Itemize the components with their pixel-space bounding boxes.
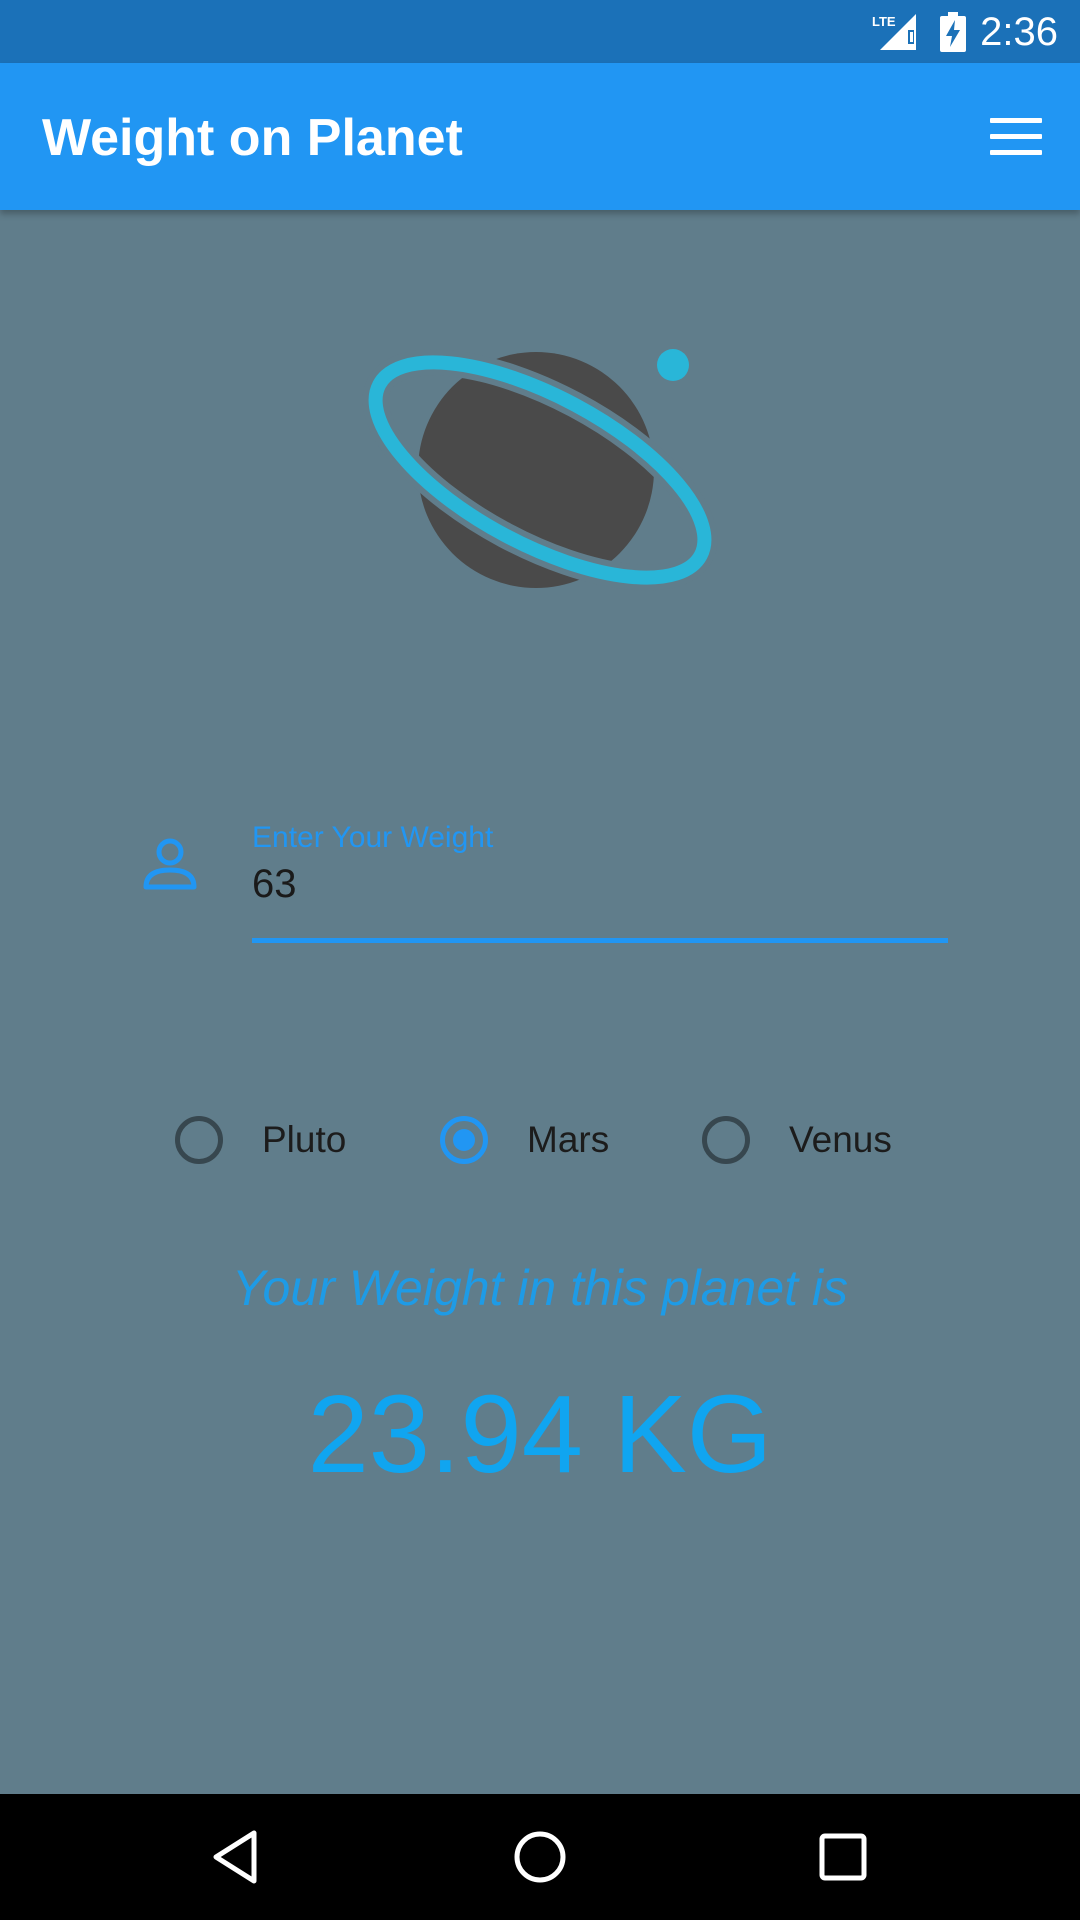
network-type-label: LTE bbox=[872, 14, 896, 29]
recents-square-icon[interactable] bbox=[813, 1827, 873, 1887]
back-triangle-icon[interactable] bbox=[206, 1827, 266, 1887]
radio-button-selected-icon[interactable] bbox=[440, 1116, 488, 1164]
signal-icon: LTE bbox=[872, 14, 916, 50]
radio-button-icon[interactable] bbox=[175, 1116, 223, 1164]
app-bar: Weight on Planet bbox=[0, 63, 1080, 210]
status-bar: LTE 2:36 bbox=[0, 0, 1080, 63]
weight-input[interactable] bbox=[252, 860, 948, 908]
app-title: Weight on Planet bbox=[42, 109, 463, 167]
hamburger-menu-icon[interactable] bbox=[990, 118, 1042, 158]
radio-label-venus[interactable]: Venus bbox=[789, 1116, 892, 1164]
planet-moon bbox=[657, 349, 689, 381]
navigation-bar bbox=[0, 1794, 1080, 1920]
planet-radio-group: Pluto Mars Venus bbox=[0, 1110, 1080, 1170]
result-value: 23.94 KG bbox=[307, 1373, 773, 1496]
battery-charging-icon bbox=[940, 12, 966, 52]
planet-logo bbox=[362, 349, 718, 591]
person-icon bbox=[143, 838, 197, 890]
result-caption: Your Weight in this planet is bbox=[231, 1260, 849, 1316]
weight-field-label: Enter Your Weight bbox=[252, 821, 494, 854]
radio-label-pluto[interactable]: Pluto bbox=[262, 1116, 346, 1164]
radio-button-icon[interactable] bbox=[702, 1116, 750, 1164]
radio-label-mars[interactable]: Mars bbox=[527, 1116, 609, 1164]
home-circle-icon[interactable] bbox=[510, 1827, 570, 1887]
weight-input-underline bbox=[252, 938, 948, 943]
clock: 2:36 bbox=[980, 10, 1058, 54]
